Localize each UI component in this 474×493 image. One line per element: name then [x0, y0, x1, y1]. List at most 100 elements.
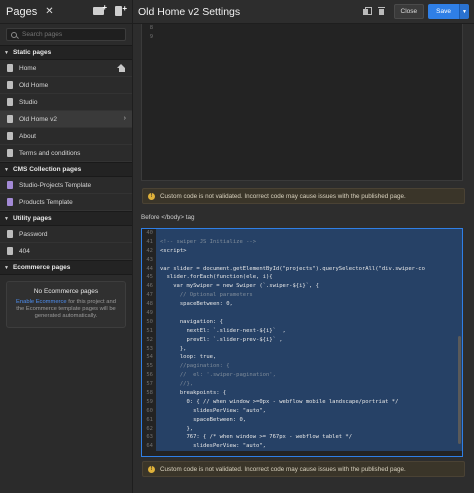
- page-item-studio-projects-template[interactable]: Studio-Projects Template: [0, 177, 132, 194]
- page-item-terms[interactable]: Terms and conditions: [0, 145, 132, 162]
- line-number: 46: [146, 283, 153, 290]
- code-line: 41 <!-- swiper JS Initialize -->: [142, 237, 462, 247]
- warning-icon: !: [148, 192, 155, 200]
- search-pages-field[interactable]: [6, 28, 126, 41]
- warning-text: Custom code is not validated. Incorrect …: [160, 192, 406, 200]
- code-line: 44 var slider = document.getElementById("…: [142, 264, 462, 274]
- code-line: 59 0: { // when window >=0px - webflow m…: [142, 397, 462, 407]
- editor-scrollbar[interactable]: [458, 336, 461, 444]
- code-line: 58 breakpoints: {: [142, 389, 462, 398]
- section-static-pages[interactable]: ▼ Static pages: [0, 45, 132, 60]
- line-number: 53: [146, 345, 153, 352]
- page-icon: [7, 64, 13, 72]
- pages-panel: Pages ✕ ▼ Static pages Home Old Home Stu…: [0, 0, 133, 493]
- code-text: var slider = document.getElementById("pr…: [156, 264, 462, 274]
- code-text: slidesPerView: "auto",: [156, 442, 462, 452]
- add-folder-icon[interactable]: [93, 3, 107, 16]
- code-text: var mySwiper = new Swiper (`.swiper-${i}…: [156, 282, 462, 292]
- code-text: [156, 309, 462, 318]
- page-item-404[interactable]: 404: [0, 243, 132, 260]
- line-number: 45: [146, 274, 153, 281]
- page-label: Home: [19, 64, 37, 72]
- page-label: Old Home v2: [19, 115, 57, 123]
- close-icon[interactable]: ✕: [45, 6, 53, 17]
- caret-down-icon: ▼: [4, 166, 9, 173]
- section-label: Utility pages: [12, 215, 52, 222]
- section-cms-pages[interactable]: ▼ CMS Collection pages: [0, 162, 132, 177]
- page-label: 404: [19, 247, 30, 255]
- code-lines: 40 41 <!-- swiper JS Initialize --> 42 <scri…: [142, 229, 462, 452]
- code-text: spaceBetween: 0,: [156, 300, 462, 310]
- page-item-old-home[interactable]: Old Home: [0, 77, 132, 94]
- code-line: 56 // el: '.swiper-pagination',: [142, 371, 462, 381]
- line-number: 40: [146, 230, 153, 236]
- enable-ecommerce-link[interactable]: Enable Ecommerce: [16, 299, 67, 305]
- page-label: Products Template: [19, 198, 73, 206]
- code-line: 64 slidesPerView: "auto",: [142, 442, 462, 452]
- line-number: 47: [146, 292, 153, 299]
- save-button[interactable]: Save: [428, 4, 459, 19]
- add-page-icon[interactable]: [114, 4, 127, 17]
- page-icon: [7, 132, 13, 140]
- code-text: 767: { /* when window >= 767px - webflow…: [156, 433, 462, 443]
- page-icon: [7, 115, 13, 123]
- page-label: Password: [19, 230, 48, 238]
- code-text: [156, 255, 462, 265]
- pages-panel-title: Pages: [6, 5, 38, 18]
- section-utility-pages[interactable]: ▼ Utility pages: [0, 211, 132, 226]
- save-options-caret-icon[interactable]: ▼: [459, 4, 469, 19]
- line-number: 61: [146, 416, 153, 423]
- duplicate-icon[interactable]: [362, 7, 372, 16]
- page-item-home[interactable]: Home: [0, 60, 132, 77]
- page-item-old-home-v2[interactable]: Old Home v2 ›: [0, 111, 132, 128]
- head-code-editor[interactable]: 8 9: [141, 24, 463, 181]
- ecommerce-empty-desc: Enable Ecommerce for this project and th…: [7, 299, 125, 320]
- code-text: <script>: [156, 246, 462, 256]
- code-text: <!-- swiper JS Initialize -->: [156, 237, 462, 247]
- line-number: 52: [146, 336, 153, 343]
- page-item-products-template[interactable]: Products Template: [0, 194, 132, 211]
- close-button[interactable]: Close: [393, 4, 425, 19]
- line-number: 48: [146, 301, 153, 308]
- warning-icon: !: [148, 465, 155, 473]
- line-number: 56: [146, 372, 153, 379]
- line-number: 62: [146, 425, 153, 432]
- code-line: 60 slidesPerView: "auto",: [142, 406, 462, 416]
- line-number: 43: [146, 256, 153, 263]
- code-line: 57 //},: [142, 380, 462, 390]
- code-text: navigation: {: [156, 317, 462, 327]
- code-line: 53 },: [142, 344, 462, 354]
- search-icon: [11, 31, 17, 38]
- code-text: spaceBetween: 0,: [156, 415, 462, 425]
- search-input[interactable]: [22, 31, 122, 38]
- code-line: 42 <script>: [142, 246, 462, 256]
- code-text: loop: true,: [156, 353, 462, 363]
- page-item-password[interactable]: Password: [0, 226, 132, 243]
- line-number: 42: [146, 247, 153, 254]
- body-code-editor[interactable]: 40 41 <!-- swiper JS Initialize --> 42 <scri…: [141, 228, 463, 457]
- line-number: 51: [146, 327, 153, 334]
- ecommerce-empty-state: No Ecommerce pages Enable Ecommerce for …: [6, 281, 126, 328]
- page-label: Old Home: [19, 81, 49, 89]
- page-item-about[interactable]: About: [0, 128, 132, 145]
- trash-icon[interactable]: [377, 7, 385, 16]
- section-ecommerce-pages[interactable]: ▼ Ecommerce pages: [0, 260, 132, 275]
- chevron-right-icon[interactable]: ›: [124, 115, 126, 122]
- page-icon: [7, 98, 13, 106]
- warning-banner-body: ! Custom code is not validated. Incorrec…: [142, 461, 465, 477]
- code-text: nextEl: `.slider-next-${i}` ,: [156, 326, 462, 336]
- page-label: Studio: [19, 98, 38, 106]
- section-label: Static pages: [12, 49, 52, 56]
- page-item-studio[interactable]: Studio: [0, 94, 132, 111]
- caret-down-icon: ▼: [4, 215, 9, 222]
- line-number: 55: [146, 363, 153, 370]
- settings-header: Old Home v2 Settings Close Save ▼: [133, 0, 474, 24]
- code-text: breakpoints: {: [156, 389, 462, 398]
- code-line: 49: [142, 309, 462, 318]
- code-line: 47 // Optional parameters: [142, 291, 462, 301]
- cms-page-icon: [7, 198, 13, 206]
- page-label: Studio-Projects Template: [19, 181, 92, 189]
- code-line: 8: [149, 25, 153, 31]
- code-line: 9: [149, 33, 153, 40]
- code-text: slidesPerView: "auto",: [156, 406, 462, 416]
